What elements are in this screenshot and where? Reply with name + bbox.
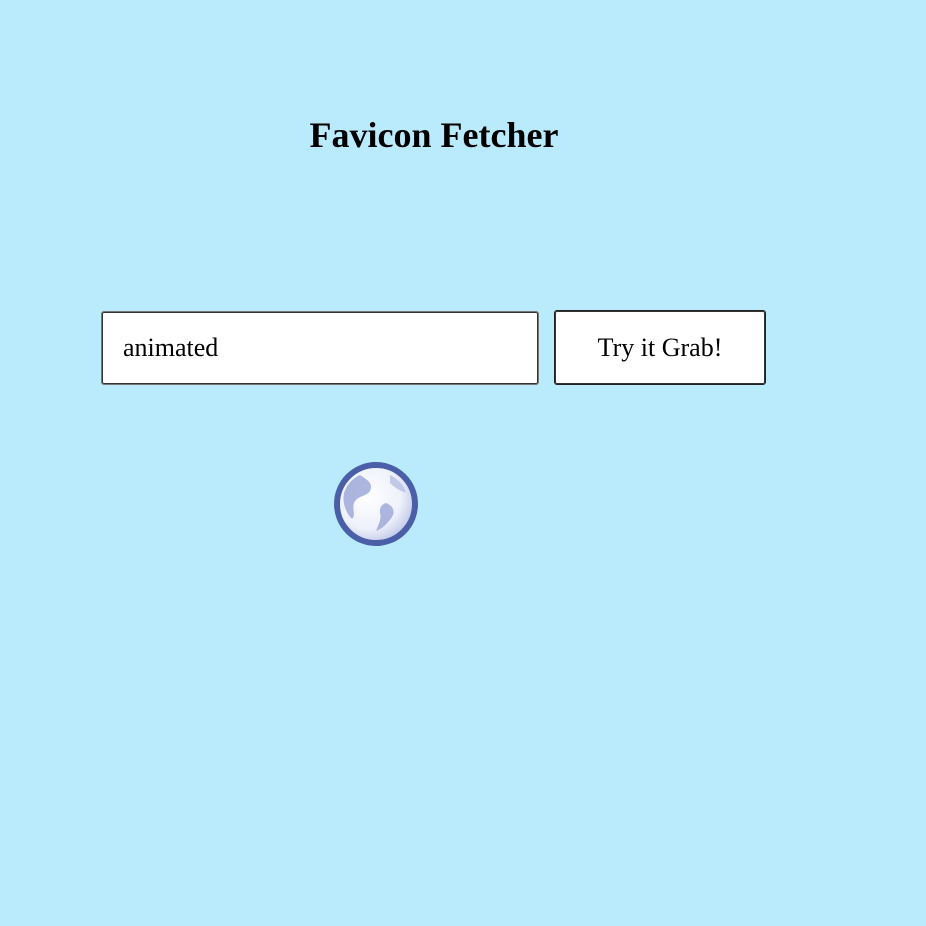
search-input[interactable] xyxy=(101,311,539,385)
page-title: Favicon Fetcher xyxy=(309,115,559,155)
favicon-result xyxy=(330,459,420,549)
grab-button[interactable]: Try it Grab! xyxy=(554,310,766,385)
globe-icon xyxy=(334,462,418,546)
